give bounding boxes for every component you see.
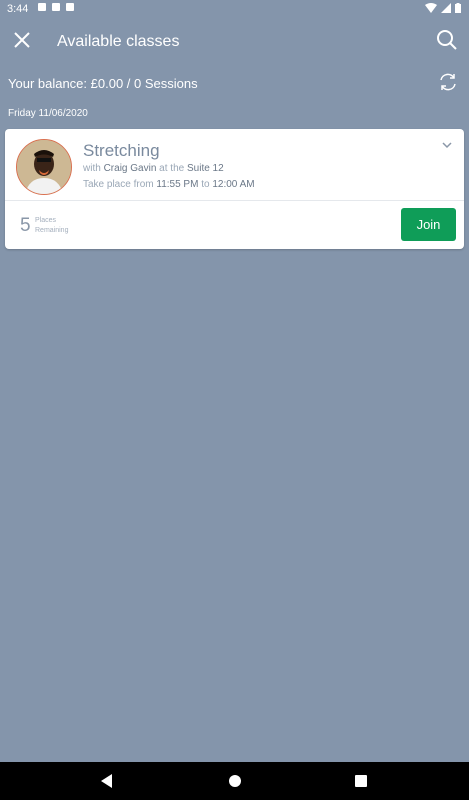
close-icon <box>14 32 30 48</box>
page-title: Available classes <box>57 33 180 50</box>
refresh-button[interactable] <box>437 71 459 93</box>
wifi-icon <box>425 3 437 13</box>
app-bar: Available classes <box>0 18 469 64</box>
date-label: Friday 11/06/2020 <box>8 108 88 119</box>
at-the-text: at the <box>159 163 185 174</box>
chevron-down-icon <box>442 142 452 149</box>
notification-icon <box>52 3 60 11</box>
instructor-photo <box>17 140 71 194</box>
refresh-icon <box>440 73 456 91</box>
home-icon[interactable] <box>229 775 241 787</box>
search-button[interactable] <box>435 28 459 52</box>
start-time: 11:55 PM <box>156 179 199 190</box>
card-divider <box>5 200 464 201</box>
status-time: 3:44 <box>7 3 29 15</box>
end-time: 12:00 AM <box>212 179 255 190</box>
with-prefix: with <box>83 163 101 174</box>
avatar <box>16 139 72 195</box>
location-name: Suite 12 <box>186 163 224 174</box>
expand-button[interactable] <box>440 138 454 150</box>
sd-card-icon <box>66 3 74 11</box>
notification-icon <box>38 3 46 11</box>
places-label: Places Remaining <box>35 216 68 236</box>
class-time-line: Take place from 11:55 PM to 12:00 AM <box>83 179 255 190</box>
back-icon[interactable] <box>101 774 112 788</box>
instructor-name: Craig Gavin <box>103 163 157 174</box>
status-bar: 3:44 <box>0 0 469 18</box>
class-card[interactable]: Stretching with Craig Gavin at the Suite… <box>5 129 464 249</box>
join-button[interactable]: Join <box>401 208 456 241</box>
navigation-bar <box>0 762 469 800</box>
balance-text: Your balance: £0.00 / 0 Sessions <box>8 76 198 91</box>
battery-icon <box>455 3 461 13</box>
balance-row: Your balance: £0.00 / 0 Sessions <box>0 64 469 100</box>
class-name: Stretching <box>83 141 160 160</box>
signal-icon <box>441 3 451 13</box>
time-prefix: Take place from <box>83 179 154 190</box>
places-label-line1: Places <box>35 217 57 224</box>
notification-icons <box>38 3 74 11</box>
recents-icon[interactable] <box>355 775 367 787</box>
close-button[interactable] <box>10 28 34 52</box>
search-icon <box>437 30 457 50</box>
class-instructor-line: with Craig Gavin at the Suite 12 <box>83 163 224 174</box>
system-icons <box>425 3 461 13</box>
places-count: 5 <box>20 215 31 236</box>
to-text: to <box>201 179 210 190</box>
places-label-line2: Remaining <box>35 227 69 234</box>
